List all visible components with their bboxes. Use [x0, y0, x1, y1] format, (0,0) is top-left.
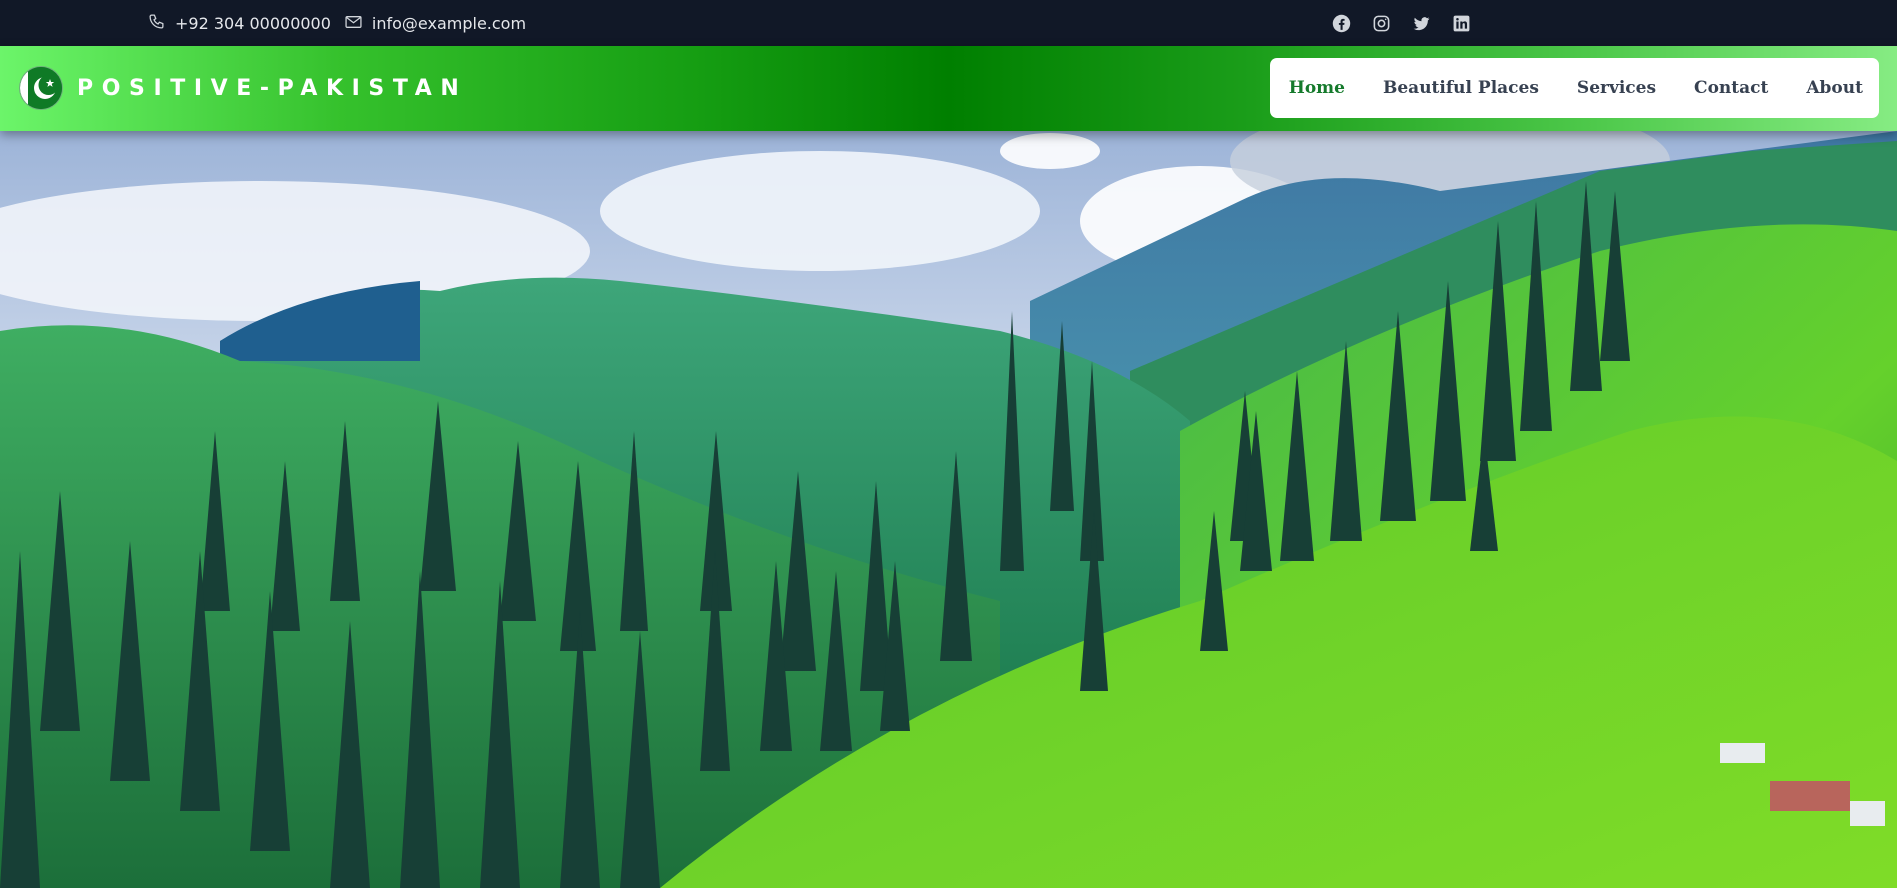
linkedin-icon — [1453, 15, 1470, 32]
nav-menu: Home Beautiful Places Services Contact A… — [1269, 58, 1879, 118]
twitter-icon — [1413, 17, 1430, 31]
brand-name: POSITIVE-PAKISTAN — [77, 75, 468, 101]
instagram-icon — [1373, 15, 1390, 32]
linkedin-link[interactable] — [1452, 14, 1472, 34]
main-navbar: POSITIVE-PAKISTAN Home Beautiful Places … — [0, 46, 1897, 131]
nav-services[interactable]: Services — [1577, 78, 1656, 98]
instagram-link[interactable] — [1372, 14, 1392, 34]
pakistan-flag-crescent-icon — [19, 66, 63, 110]
hero-image — [0, 131, 1897, 888]
social-links — [1312, 14, 1472, 34]
twitter-link[interactable] — [1412, 14, 1432, 34]
envelope-icon — [345, 14, 372, 33]
brand[interactable]: POSITIVE-PAKISTAN — [19, 66, 467, 110]
contact-info: +92 304 00000000 info@example.com — [148, 13, 540, 34]
phone-number: +92 304 00000000 — [175, 14, 331, 33]
phone-contact[interactable]: +92 304 00000000 — [148, 13, 331, 34]
top-contact-bar: +92 304 00000000 info@example.com — [0, 0, 1897, 46]
nav-contact[interactable]: Contact — [1694, 78, 1768, 98]
facebook-icon — [1332, 14, 1351, 33]
email-address: info@example.com — [371, 14, 527, 33]
phone-icon — [148, 13, 175, 34]
nav-beautiful-places[interactable]: Beautiful Places — [1383, 78, 1539, 98]
nav-home[interactable]: Home — [1289, 78, 1345, 98]
nav-about[interactable]: About — [1806, 78, 1863, 98]
email-contact[interactable]: info@example.com — [345, 14, 526, 33]
facebook-link[interactable] — [1332, 14, 1352, 34]
